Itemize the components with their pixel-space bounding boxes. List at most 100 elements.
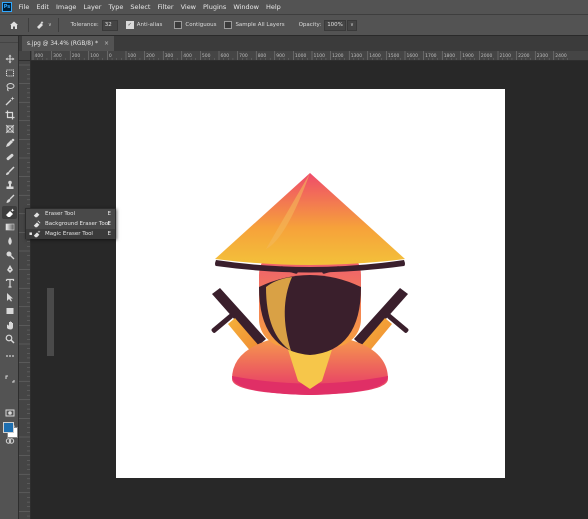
eraser-icon bbox=[33, 210, 41, 218]
brush-tool-icon[interactable] bbox=[2, 164, 17, 177]
opacity-dropdown-button[interactable]: ∨ bbox=[346, 19, 357, 31]
options-bar: ∨ Tolerance: 32 ✓ Anti-alias Contiguous … bbox=[0, 14, 588, 36]
contiguous-checkbox[interactable]: Contiguous bbox=[174, 21, 216, 29]
menu-image[interactable]: Image bbox=[52, 3, 79, 11]
quick-mask-icon[interactable] bbox=[2, 406, 17, 419]
tool-preset-picker[interactable]: ∨ bbox=[35, 20, 52, 30]
contiguous-label: Contiguous bbox=[185, 22, 217, 28]
home-icon[interactable] bbox=[6, 17, 22, 33]
tolerance-input[interactable]: 32 bbox=[101, 19, 118, 31]
gradient-tool-icon[interactable] bbox=[2, 220, 17, 233]
tools-panel bbox=[0, 36, 19, 519]
sample-all-layers-checkbox[interactable]: Sample All Layers bbox=[224, 21, 285, 29]
tolerance-label: Tolerance: bbox=[70, 22, 99, 28]
ruler-label: 400 bbox=[35, 53, 44, 59]
flyout-item-background-eraser[interactable]: Background Eraser Tool E bbox=[26, 219, 115, 229]
magic-wand-tool-icon[interactable] bbox=[2, 94, 17, 107]
stamp-tool-icon[interactable] bbox=[2, 178, 17, 191]
more-tools-icon[interactable] bbox=[2, 349, 17, 362]
swap-colors-icon[interactable] bbox=[2, 374, 17, 383]
flyout-item-shortcut: E bbox=[107, 221, 111, 227]
ruler-label: 400 bbox=[183, 53, 192, 59]
opacity-input[interactable]: 100% bbox=[324, 19, 346, 31]
ruler-label: 300 bbox=[53, 53, 62, 59]
ruler-label: 1500 bbox=[388, 53, 400, 59]
antialias-checkbox[interactable]: ✓ Anti-alias bbox=[125, 21, 163, 29]
pen-tool-icon[interactable] bbox=[2, 262, 17, 275]
crop-tool-icon[interactable] bbox=[2, 108, 17, 121]
ruler-label: 2100 bbox=[500, 53, 512, 59]
ruler-label: 2400 bbox=[555, 53, 567, 59]
unchecked-box-icon bbox=[224, 21, 233, 29]
ruler-corner bbox=[19, 51, 31, 61]
ruler-label: 2000 bbox=[481, 53, 493, 59]
ruler-label: 600 bbox=[221, 53, 230, 59]
menu-filter[interactable]: Filter bbox=[154, 3, 177, 11]
chevron-down-icon: ∨ bbox=[48, 22, 52, 28]
conical-hat bbox=[215, 173, 405, 273]
ruler-label: 200 bbox=[72, 53, 81, 59]
blur-tool-icon[interactable] bbox=[2, 234, 17, 247]
foreground-color-swatch[interactable] bbox=[3, 422, 14, 433]
menu-file[interactable]: File bbox=[15, 3, 33, 11]
photoshop-logo-icon: Ps bbox=[2, 2, 12, 12]
rectangle-tool-icon[interactable] bbox=[2, 304, 17, 317]
close-icon[interactable]: × bbox=[104, 40, 109, 47]
flyout-item-label: Magic Eraser Tool bbox=[45, 231, 93, 237]
ruler-label: 1400 bbox=[369, 53, 381, 59]
ruler-label: 100 bbox=[90, 53, 99, 59]
menu-edit[interactable]: Edit bbox=[33, 3, 53, 11]
ruler-label: 900 bbox=[276, 53, 285, 59]
ruler-label: 100 bbox=[128, 53, 137, 59]
lasso-tool-icon[interactable] bbox=[2, 80, 17, 93]
ruler-label: 1800 bbox=[444, 53, 456, 59]
menu-view[interactable]: View bbox=[177, 3, 199, 11]
ruler-label: 1000 bbox=[295, 53, 307, 59]
menu-window[interactable]: Window bbox=[230, 3, 263, 11]
ruler-label: 500 bbox=[202, 53, 211, 59]
ruler-label: 1300 bbox=[351, 53, 363, 59]
document-tab-title: s.jpg @ 34.4% (RGB/8) * bbox=[27, 40, 98, 47]
eraser-tool-icon[interactable] bbox=[2, 206, 17, 219]
sword-right bbox=[354, 288, 409, 353]
ruler-label: 1600 bbox=[407, 53, 419, 59]
frame-tool-icon[interactable] bbox=[2, 122, 17, 135]
path-selection-tool-icon[interactable] bbox=[2, 290, 17, 303]
ruler-label: 1200 bbox=[332, 53, 344, 59]
opacity-label: Opacity: bbox=[298, 22, 322, 28]
history-brush-tool-icon[interactable] bbox=[2, 192, 17, 205]
ninja-illustration bbox=[211, 173, 409, 395]
menu-layer[interactable]: Layer bbox=[80, 3, 105, 11]
ruler-label: 2200 bbox=[518, 53, 530, 59]
menu-select[interactable]: Select bbox=[127, 3, 154, 11]
menu-type[interactable]: Type bbox=[105, 3, 127, 11]
menu-help[interactable]: Help bbox=[262, 3, 284, 11]
marquee-tool-icon[interactable] bbox=[2, 66, 17, 79]
healing-brush-tool-icon[interactable] bbox=[2, 150, 17, 163]
ruler-label: 800 bbox=[258, 53, 267, 59]
menu-bar: Ps File Edit Image Layer Type Select Fil… bbox=[0, 0, 588, 14]
menu-plugins[interactable]: Plugins bbox=[200, 3, 230, 11]
document-tab[interactable]: s.jpg @ 34.4% (RGB/8) * × bbox=[22, 36, 115, 51]
antialias-label: Anti-alias bbox=[136, 22, 163, 28]
flyout-item-magic-eraser[interactable]: ▪ Magic Eraser Tool E bbox=[26, 229, 115, 239]
flyout-item-eraser[interactable]: Eraser Tool E bbox=[26, 209, 115, 219]
zoom-tool-icon[interactable] bbox=[2, 332, 17, 345]
unchecked-box-icon bbox=[174, 21, 183, 29]
document-canvas[interactable] bbox=[116, 89, 505, 478]
flyout-item-shortcut: E bbox=[107, 231, 111, 237]
magic-eraser-icon bbox=[33, 230, 41, 238]
hand-tool-icon[interactable] bbox=[2, 318, 17, 331]
type-tool-icon[interactable] bbox=[2, 276, 17, 289]
panel-grip[interactable] bbox=[0, 36, 18, 43]
eyedropper-tool-icon[interactable] bbox=[2, 136, 17, 149]
horizontal-ruler: 400 300 200 100 0 100 200 300 400 500 600 700 800 900… bbox=[31, 51, 588, 61]
flyout-item-shortcut: E bbox=[107, 211, 111, 217]
vertical-ruler bbox=[19, 61, 31, 519]
dodge-tool-icon[interactable] bbox=[2, 248, 17, 261]
move-tool-icon[interactable] bbox=[2, 52, 17, 65]
panel-scroll-indicator[interactable] bbox=[47, 288, 54, 356]
magic-eraser-icon bbox=[37, 21, 44, 29]
document-tab-bar: s.jpg @ 34.4% (RGB/8) * × bbox=[19, 36, 588, 51]
ruler-label: 0 bbox=[109, 53, 112, 59]
